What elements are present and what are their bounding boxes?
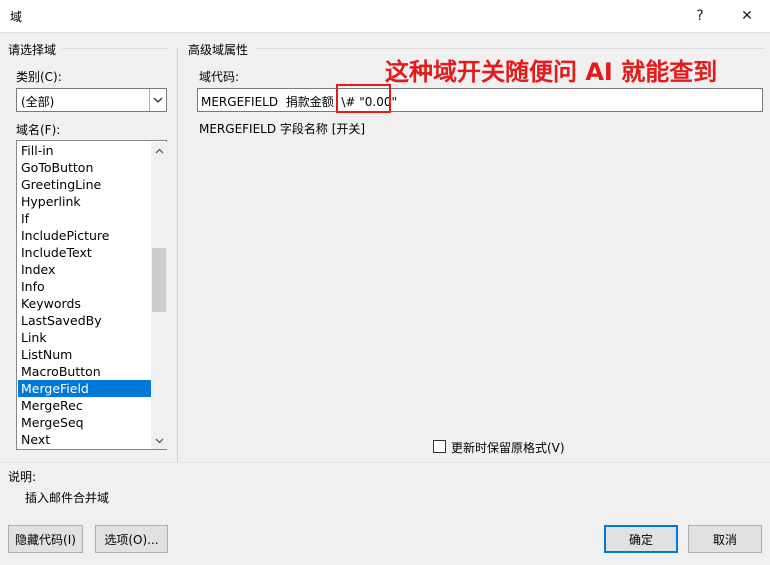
group-divider [255,48,765,49]
select-field-group-label: 请选择域 [8,43,57,57]
cancel-button[interactable]: 取消 [688,525,762,553]
field-code-input[interactable]: MERGEFIELD 捐款金额 \# "0.00" [197,88,763,112]
scroll-thumb[interactable] [152,248,166,312]
window-title: 域 [10,10,23,24]
chevron-down-icon[interactable] [149,89,166,111]
list-item[interactable]: GreetingLine [18,176,151,193]
category-value: (全部) [21,95,55,109]
list-item[interactable]: Next [18,431,151,448]
list-item[interactable]: MergeField [18,380,151,397]
ok-button[interactable]: 确定 [604,525,678,553]
list-item[interactable]: IncludeText [18,244,151,261]
list-item[interactable]: MergeRec [18,397,151,414]
title-bar: 域 ? ✕ [0,0,770,32]
field-code-label: 域代码: [199,70,240,84]
list-item[interactable]: If [18,210,151,227]
chevron-up-icon[interactable] [151,142,167,159]
advanced-properties-label: 高级域属性 [188,43,249,57]
description-label: 说明: [8,470,37,484]
list-item[interactable]: ListNum [18,346,151,363]
list-item[interactable]: IncludePicture [18,227,151,244]
options-button[interactable]: 选项(O)... [95,525,168,553]
help-button[interactable]: ? [680,0,720,32]
list-item[interactable]: MergeSeq [18,414,151,431]
list-item[interactable]: Fill-in [18,142,151,159]
list-item[interactable]: Link [18,329,151,346]
close-button[interactable]: ✕ [727,0,767,32]
list-item[interactable]: Info [18,278,151,295]
category-dropdown[interactable]: (全部) [16,88,167,112]
list-item[interactable]: LastSavedBy [18,312,151,329]
fieldname-label: 域名(F): [16,123,61,137]
preserve-format-label[interactable]: 更新时保留原格式(V) [451,439,565,456]
list-item[interactable]: Index [18,261,151,278]
category-label: 类别(C): [16,70,62,84]
hide-codes-button[interactable]: 隐藏代码(I) [8,525,83,553]
preserve-format-checkbox[interactable] [433,440,446,453]
chevron-down-icon[interactable] [151,432,167,449]
panel-separator [177,48,178,462]
annotation-text: 这种域开关随便问 AI 就能查到 [385,58,718,86]
group-divider [62,48,169,49]
list-item[interactable]: MacroButton [18,363,151,380]
list-item[interactable]: Hyperlink [18,193,151,210]
description-divider [0,462,770,463]
field-names-list[interactable]: Fill-in GoToButton GreetingLine Hyperlink If… [16,140,167,450]
list-item[interactable]: Keywords [18,295,151,312]
field-code-syntax: MERGEFIELD 字段名称 [开关] [199,122,366,136]
switch-highlight-box [336,84,391,113]
list-item[interactable]: GoToButton [18,159,151,176]
description-text: 插入邮件合并域 [25,491,110,505]
list-scrollbar[interactable] [151,142,167,449]
